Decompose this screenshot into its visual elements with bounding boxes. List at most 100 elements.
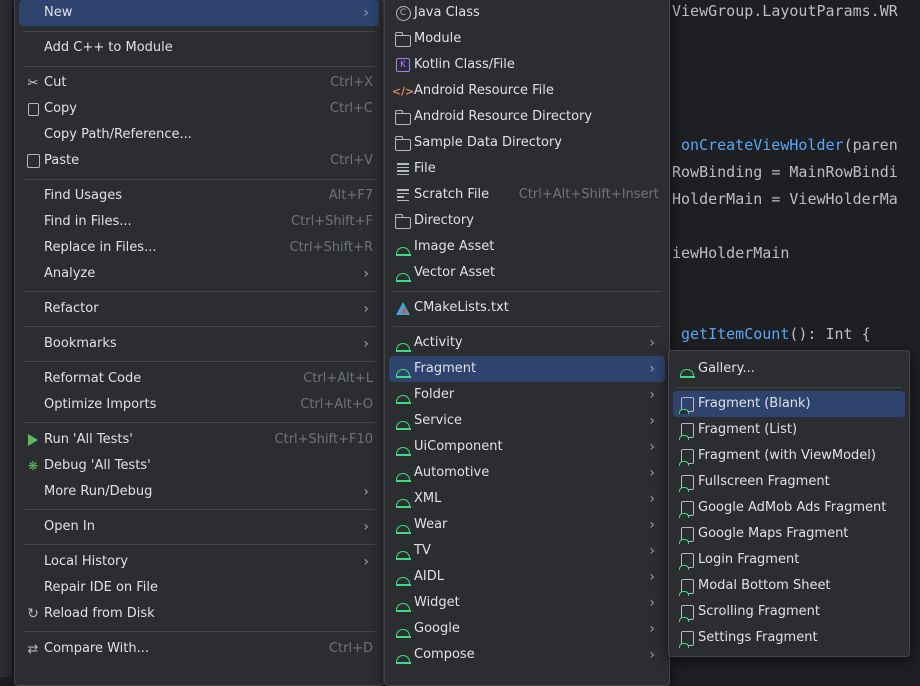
menu-item-label: Gallery... bbox=[698, 361, 755, 376]
new-menu-item-tv[interactable]: TV › bbox=[389, 538, 665, 564]
context-menu-item-local-history[interactable]: Local History › bbox=[19, 549, 379, 575]
menu-item-label: Widget bbox=[414, 595, 460, 610]
context-menu-item-refactor[interactable]: Refactor › bbox=[19, 296, 379, 322]
new-menu-item-android-resource-directory[interactable]: Android Resource Directory bbox=[389, 104, 665, 130]
fragment-menu-item-google-maps-fragment[interactable]: Google Maps Fragment bbox=[673, 521, 905, 547]
new-menu-item-xml[interactable]: XML › bbox=[389, 486, 665, 512]
context-menu-item-more-run-debug[interactable]: More Run/Debug › bbox=[19, 479, 379, 505]
new-menu-item-java-class[interactable]: C Java Class bbox=[389, 0, 665, 26]
menu-item-label: CMakeLists.txt bbox=[414, 300, 509, 315]
fragment-menu-item-settings-fragment[interactable]: Settings Fragment bbox=[673, 625, 905, 651]
context-menu-item-find-usages[interactable]: Find Usages Alt+F7 bbox=[19, 183, 379, 209]
context-menu-item-repair-ide-on-file[interactable]: Repair IDE on File bbox=[19, 575, 379, 601]
context-menu-item-cut[interactable]: ✂ Cut Ctrl+X bbox=[19, 70, 379, 96]
new-menu-item-google[interactable]: Google › bbox=[389, 616, 665, 642]
new-menu-item-directory[interactable]: Directory bbox=[389, 208, 665, 234]
context-menu-item-new[interactable]: New › bbox=[19, 0, 379, 26]
reload-icon: ↻ bbox=[27, 606, 39, 622]
android-icon bbox=[679, 361, 695, 378]
compare-icon: ⇄ bbox=[27, 641, 39, 657]
context-menu-item-run-all-tests[interactable]: Run 'All Tests' Ctrl+Shift+F10 bbox=[19, 427, 379, 453]
chevron-right-icon: › bbox=[649, 387, 655, 403]
menu-item-label: Fragment (List) bbox=[698, 422, 798, 437]
menu-item-label: Reformat Code bbox=[44, 371, 142, 386]
fragment-menu-item-fragment-blank[interactable]: Fragment (Blank) bbox=[673, 391, 905, 417]
menu-item-label: Java Class bbox=[414, 5, 480, 20]
menu-separator bbox=[23, 509, 375, 510]
menu-item-label: UiComponent bbox=[414, 439, 503, 454]
new-menu-item-kotlin-class-file[interactable]: K Kotlin Class/File bbox=[389, 52, 665, 78]
shortcut-hint: Ctrl+C bbox=[329, 101, 373, 116]
context-menu-item-copy[interactable]: Copy Ctrl+C bbox=[19, 96, 379, 122]
new-menu-item-wear[interactable]: Wear › bbox=[389, 512, 665, 538]
shortcut-hint: Ctrl+D bbox=[328, 641, 373, 656]
menu-item-label: More Run/Debug bbox=[44, 484, 153, 499]
menu-item-label: Vector Asset bbox=[414, 265, 496, 280]
menu-item-label: Settings Fragment bbox=[698, 630, 818, 645]
context-menu-item-add-c-to-module[interactable]: Add C++ to Module bbox=[19, 35, 379, 61]
fragment-menu-item-fragment-with-viewmodel[interactable]: Fragment (with ViewModel) bbox=[673, 443, 905, 469]
new-menu-item-sample-data-directory[interactable]: Sample Data Directory bbox=[389, 130, 665, 156]
shortcut-hint: Ctrl+Alt+Shift+Insert bbox=[518, 187, 659, 202]
new-menu-item-automotive[interactable]: Automotive › bbox=[389, 460, 665, 486]
menu-item-label: Fragment (with ViewModel) bbox=[698, 448, 876, 463]
fragment-icon bbox=[678, 552, 695, 570]
new-menu-item-vector-asset[interactable]: Vector Asset bbox=[389, 260, 665, 286]
code-line: ViewGroup.LayoutParams.WR bbox=[672, 2, 898, 20]
menu-item-label: Optimize Imports bbox=[44, 397, 157, 412]
code-line: getItemCount(): Int { bbox=[681, 325, 871, 343]
new-menu-item-android-resource-file[interactable]: </> Android Resource File bbox=[389, 78, 665, 104]
new-menu-item-widget[interactable]: Widget › bbox=[389, 590, 665, 616]
context-menu-item-compare-with[interactable]: ⇄ Compare With... Ctrl+D bbox=[19, 636, 379, 662]
shortcut-hint: Ctrl+Shift+F bbox=[291, 214, 373, 229]
fragment-menu-item-scrolling-fragment[interactable]: Scrolling Fragment bbox=[673, 599, 905, 625]
context-menu-item-paste[interactable]: Paste Ctrl+V bbox=[19, 148, 379, 174]
new-menu-item-service[interactable]: Service › bbox=[389, 408, 665, 434]
menu-item-label: Google Maps Fragment bbox=[698, 526, 849, 541]
new-menu-item-uicomponent[interactable]: UiComponent › bbox=[389, 434, 665, 460]
context-menu-item-bookmarks[interactable]: Bookmarks › bbox=[19, 331, 379, 357]
fragment-menu-item-fragment-list[interactable]: Fragment (List) bbox=[673, 417, 905, 443]
new-menu-item-file[interactable]: File bbox=[389, 156, 665, 182]
chevron-right-icon: › bbox=[363, 484, 369, 500]
fragment-menu-item-modal-bottom-sheet[interactable]: Modal Bottom Sheet bbox=[673, 573, 905, 599]
menu-item-label: Login Fragment bbox=[698, 552, 800, 567]
context-menu-item-analyze[interactable]: Analyze › bbox=[19, 261, 379, 287]
fragment-icon bbox=[678, 448, 695, 466]
new-menu-item-compose[interactable]: Compose › bbox=[389, 642, 665, 668]
menu-item-label: Fullscreen Fragment bbox=[698, 474, 830, 489]
menu-item-label: Kotlin Class/File bbox=[414, 57, 515, 72]
fragment-menu-item-login-fragment[interactable]: Login Fragment bbox=[673, 547, 905, 573]
new-menu-item-activity[interactable]: Activity › bbox=[389, 330, 665, 356]
chevron-right-icon: › bbox=[649, 647, 655, 663]
new-menu-item-image-asset[interactable]: Image Asset bbox=[389, 234, 665, 260]
menu-item-label: Sample Data Directory bbox=[414, 135, 562, 150]
new-menu-item-fragment[interactable]: Fragment › bbox=[389, 356, 665, 382]
context-menu-item-debug-all-tests[interactable]: ❋ Debug 'All Tests' bbox=[19, 453, 379, 479]
fragment-menu-item-gallery[interactable]: Gallery... bbox=[673, 356, 905, 382]
new-menu-item-aidl[interactable]: AIDL › bbox=[389, 564, 665, 590]
menu-item-label: Compare With... bbox=[44, 641, 150, 656]
fragment-menu-item-google-admob-ads-fragment[interactable]: Google AdMob Ads Fragment bbox=[673, 495, 905, 521]
android-icon bbox=[395, 465, 411, 482]
menu-item-label: Copy bbox=[44, 101, 77, 116]
new-menu-item-cmakelists-txt[interactable]: CMakeLists.txt bbox=[389, 295, 665, 321]
context-menu-item-optimize-imports[interactable]: Optimize Imports Ctrl+Alt+O bbox=[19, 392, 379, 418]
menu-item-label: File bbox=[414, 161, 436, 176]
context-menu-item-open-in[interactable]: Open In › bbox=[19, 514, 379, 540]
context-menu-item-copy-path-reference[interactable]: Copy Path/Reference... bbox=[19, 122, 379, 148]
chevron-right-icon: › bbox=[363, 336, 369, 352]
context-menu-item-find-in-files[interactable]: Find in Files... Ctrl+Shift+F bbox=[19, 209, 379, 235]
fragment-menu-item-fullscreen-fragment[interactable]: Fullscreen Fragment bbox=[673, 469, 905, 495]
context-menu-item-replace-in-files[interactable]: Replace in Files... Ctrl+Shift+R bbox=[19, 235, 379, 261]
chevron-right-icon: › bbox=[649, 465, 655, 481]
menu-item-label: Fragment bbox=[414, 361, 477, 376]
new-menu-item-folder[interactable]: Folder › bbox=[389, 382, 665, 408]
menu-item-label: Android Resource File bbox=[414, 83, 554, 98]
context-menu-item-reformat-code[interactable]: Reformat Code Ctrl+Alt+L bbox=[19, 366, 379, 392]
new-menu-item-module[interactable]: Module bbox=[389, 26, 665, 52]
context-menu-item-reload-from-disk[interactable]: ↻ Reload from Disk bbox=[19, 601, 379, 627]
new-menu-item-scratch-file[interactable]: Scratch File Ctrl+Alt+Shift+Insert bbox=[389, 182, 665, 208]
android-icon bbox=[395, 387, 411, 404]
menu-item-label: Cut bbox=[44, 75, 67, 90]
